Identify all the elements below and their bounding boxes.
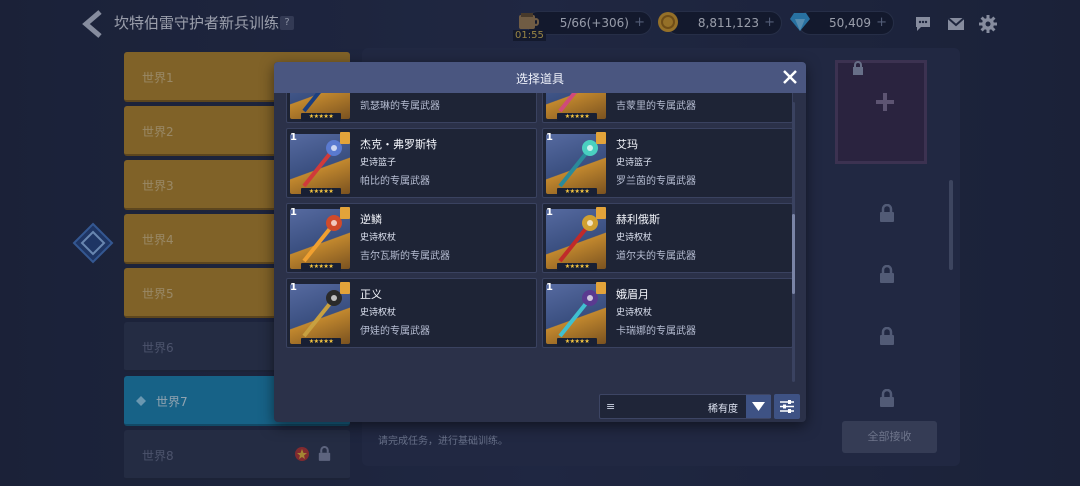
bookmark-badge-icon — [340, 132, 350, 144]
bookmark-badge-icon — [596, 282, 606, 294]
item-count: 1 — [290, 132, 297, 143]
item-name: 正义 — [360, 288, 382, 301]
list-scrollbar[interactable] — [792, 214, 795, 294]
chevron-down-icon — [752, 402, 765, 411]
bookmark-badge-icon — [596, 132, 606, 144]
sort-label: 稀有度 — [708, 404, 738, 415]
item-count: 1 — [290, 207, 297, 218]
item-description: 伊娃的专属武器 — [360, 326, 430, 337]
star-rating: ★★★★★ — [557, 113, 597, 121]
item-card[interactable]: ★★★★★ 1 逆鳞史诗权杖吉尔瓦斯的专属武器 — [286, 203, 537, 273]
item-card[interactable]: ★★★★★ 1 杰克・弗罗斯特 史诗篮子帕比的专属武器 — [286, 128, 537, 198]
select-item-modal: 选择道具 ★★★★★衔褒者史诗弓凯瑟琳的专属武器★★★★★好奇心终结者史诗篮子吉… — [274, 62, 806, 422]
item-card[interactable]: ★★★★★好奇心终结者史诗篮子吉蒙里的专属武器 — [542, 93, 793, 123]
item-name: 娥眉月 — [616, 288, 649, 301]
item-rarity: 史诗权杖 — [616, 308, 653, 318]
item-list: ★★★★★衔褒者史诗弓凯瑟琳的专属武器★★★★★好奇心终结者史诗篮子吉蒙里的专属… — [286, 93, 796, 385]
item-card[interactable]: ★★★★★衔褒者史诗弓凯瑟琳的专属武器 — [286, 93, 537, 123]
item-rarity: 史诗权杖 — [616, 233, 653, 243]
filter-sliders-icon — [780, 400, 794, 413]
item-description: 卡瑞娜的专属武器 — [616, 326, 696, 337]
star-rating: ★★★★★ — [557, 338, 597, 346]
modal-title: 选择道具 — [515, 72, 564, 86]
item-rarity: 史诗权杖 — [360, 233, 397, 243]
sort-dropdown[interactable]: ≡ 稀有度 — [599, 394, 771, 419]
star-rating: ★★★★★ — [557, 188, 597, 196]
bookmark-badge-icon — [340, 282, 350, 294]
item-card[interactable]: ★★★★★ 1 正义史诗权杖伊娃的专属武器 — [286, 278, 537, 348]
star-rating: ★★★★★ — [301, 113, 341, 121]
item-description: 吉尔瓦斯的专属武器 — [360, 251, 450, 262]
item-card[interactable]: ★★★★★ 1 娥眉月史诗权杖卡瑞娜的专属武器 — [542, 278, 793, 348]
item-description: 罗兰茵的专属武器 — [616, 176, 696, 187]
item-name: 逆鳞 — [360, 213, 382, 226]
item-count: 1 — [290, 282, 297, 293]
item-name: 赫利俄斯 — [616, 213, 660, 226]
item-rarity: 史诗权杖 — [360, 308, 397, 318]
item-description: 帕比的专属武器 — [360, 176, 430, 187]
star-rating: ★★★★★ — [557, 263, 597, 271]
close-icon[interactable] — [781, 68, 799, 86]
item-card[interactable]: ★★★★★ 1 赫利俄斯史诗权杖道尔夫的专属武器 — [542, 203, 793, 273]
sort-lines-icon: ≡ — [606, 400, 616, 413]
item-description: 凯瑟琳的专属武器 — [360, 101, 440, 112]
item-count: 1 — [546, 282, 553, 293]
bookmark-badge-icon — [596, 207, 606, 219]
modal-header: 选择道具 — [274, 62, 806, 93]
item-name: 杰克・弗罗斯特 — [360, 138, 437, 151]
star-rating: ★★★★★ — [301, 188, 341, 196]
bookmark-badge-icon — [340, 207, 350, 219]
item-description: 吉蒙里的专属武器 — [616, 101, 696, 112]
item-rarity: 史诗篮子 — [616, 158, 653, 168]
item-card[interactable]: ★★★★★ 1 艾玛史诗篮子罗兰茵的专属武器 — [542, 128, 793, 198]
item-count: 1 — [546, 207, 553, 218]
star-rating: ★★★★★ — [301, 338, 341, 346]
item-count: 1 — [546, 132, 553, 143]
sort-dropdown-toggle[interactable] — [746, 395, 771, 418]
star-rating: ★★★★★ — [301, 263, 341, 271]
item-name: 艾玛 — [616, 138, 638, 151]
item-description: 道尔夫的专属武器 — [616, 251, 696, 262]
filter-button[interactable] — [774, 394, 800, 419]
item-rarity: 史诗篮子 — [360, 158, 397, 168]
